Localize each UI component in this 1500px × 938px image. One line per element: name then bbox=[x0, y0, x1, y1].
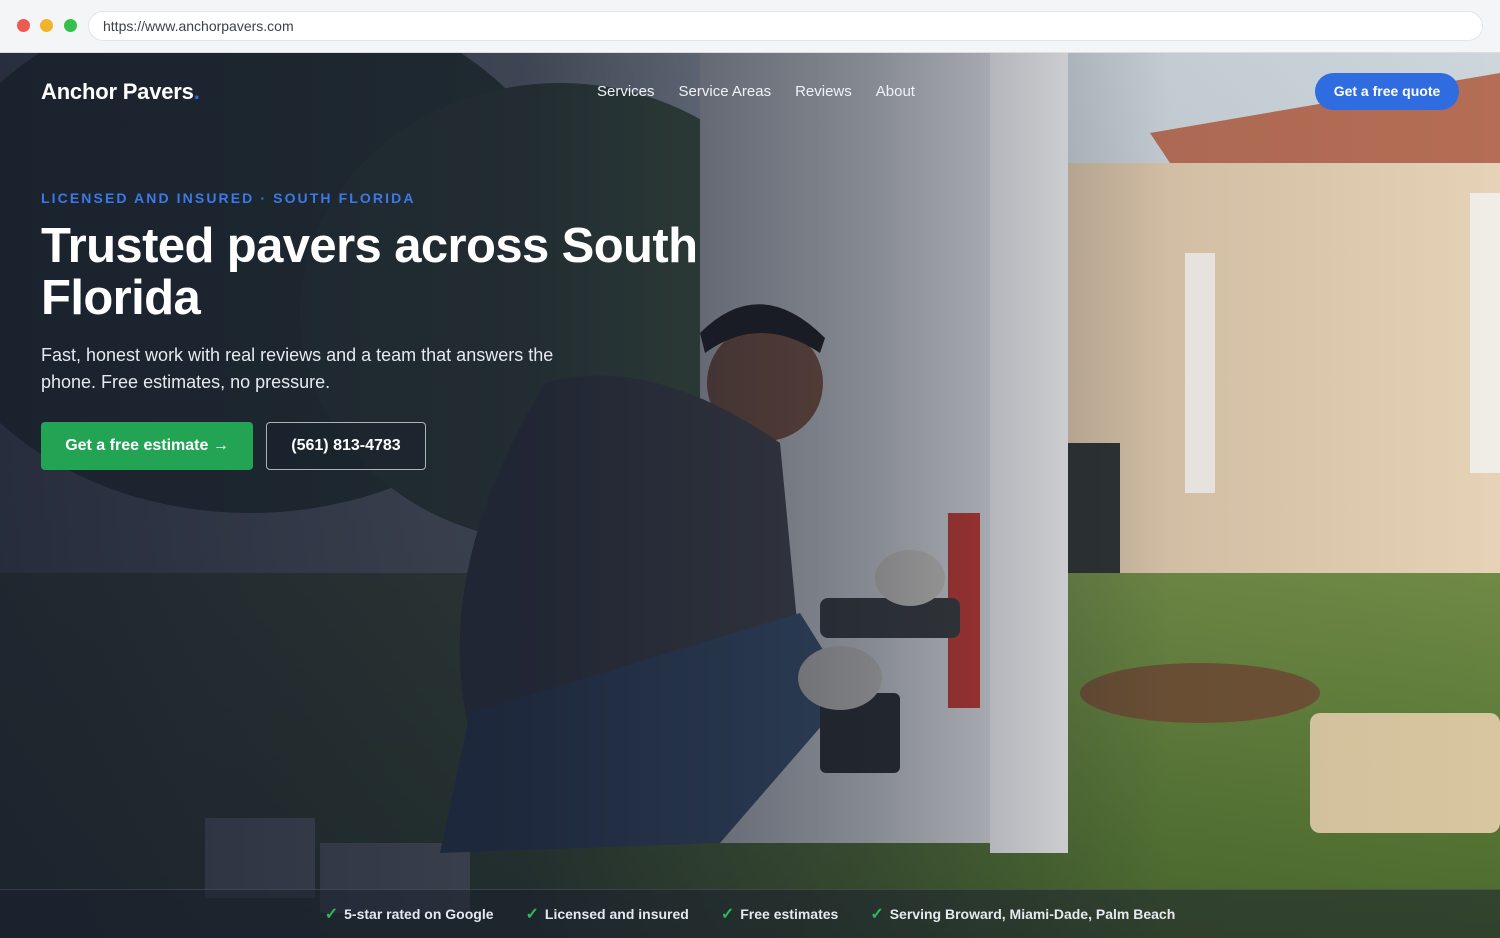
address-bar[interactable]: https://www.anchorpavers.com bbox=[88, 11, 1483, 41]
hero-eyebrow: LICENSED AND INSURED · SOUTH FLORIDA bbox=[41, 190, 416, 206]
close-window-button[interactable] bbox=[17, 19, 30, 32]
hero-headline: Trusted pavers across South Florida bbox=[41, 219, 698, 325]
check-icon: ✓ bbox=[870, 906, 884, 923]
trust-item-google-rating: ✓ 5-star rated on Google bbox=[325, 904, 494, 924]
maximize-window-button[interactable] bbox=[64, 19, 77, 32]
hero-section: Anchor Pavers. Services Service Areas Re… bbox=[0, 53, 1500, 938]
phone-call-button[interactable]: (561) 813-4783 bbox=[266, 422, 426, 470]
get-free-quote-button[interactable]: Get a free quote bbox=[1315, 73, 1459, 110]
trust-label: Licensed and insured bbox=[544, 906, 689, 922]
browser-chrome: https://www.anchorpavers.com bbox=[0, 0, 1500, 53]
nav-service-areas[interactable]: Service Areas bbox=[679, 83, 772, 100]
check-icon: ✓ bbox=[720, 906, 735, 923]
nav-about[interactable]: About bbox=[876, 83, 915, 100]
trust-bar: ✓ 5-star rated on Google ✓ Licensed and … bbox=[0, 889, 1500, 938]
logo-text: Anchor Pavers bbox=[41, 79, 194, 104]
get-free-estimate-button[interactable]: Get a free estimate → bbox=[41, 422, 253, 470]
main-nav: Services Service Areas Reviews About bbox=[597, 83, 915, 100]
logo-accent-dot: . bbox=[193, 79, 200, 104]
trust-item-licensed: ✓ Licensed and insured bbox=[526, 904, 689, 924]
nav-reviews[interactable]: Reviews bbox=[795, 83, 852, 100]
site-logo[interactable]: Anchor Pavers. bbox=[41, 79, 200, 105]
trust-label: Free estimates bbox=[740, 906, 839, 922]
trust-item-free-estimates: ✓ Free estimates bbox=[721, 904, 838, 924]
hero-overlay bbox=[0, 53, 1500, 938]
check-icon: ✓ bbox=[525, 906, 539, 923]
check-icon: ✓ bbox=[324, 906, 339, 923]
trust-label: Serving Broward, Miami-Dade, Palm Beach bbox=[889, 906, 1176, 922]
nav-services[interactable]: Services bbox=[597, 83, 655, 100]
minimize-window-button[interactable] bbox=[40, 19, 53, 32]
trust-item-service-areas: ✓ Serving Broward, Miami-Dade, Palm Beac… bbox=[870, 904, 1175, 924]
trust-label: 5-star rated on Google bbox=[344, 906, 494, 922]
hero-subtext: Fast, honest work with real reviews and … bbox=[41, 345, 554, 392]
